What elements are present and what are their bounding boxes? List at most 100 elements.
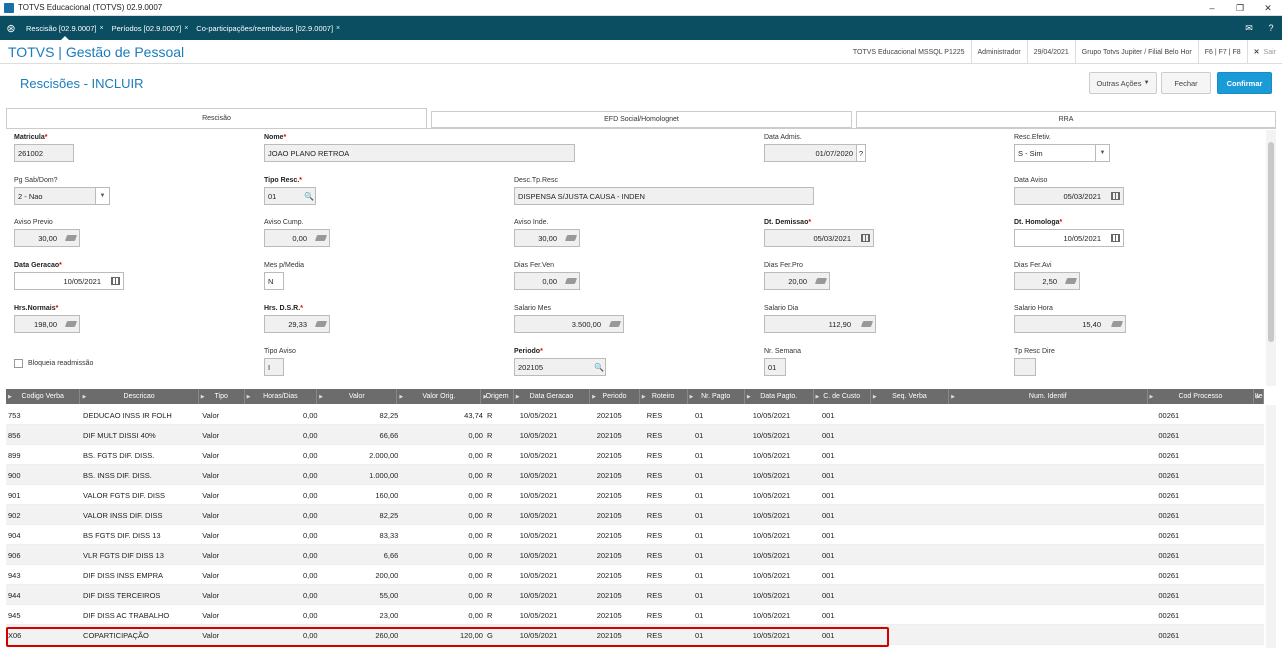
calculator-icon[interactable] — [562, 229, 580, 247]
table-cell: 01 — [694, 610, 704, 620]
table-cell: 001 — [821, 510, 835, 520]
tab-rescisao[interactable]: Rescisão [02.9.0007] × — [22, 16, 108, 40]
table-cell: 10/05/2021 — [519, 610, 558, 620]
sort-arrow-icon: ▶ — [8, 393, 12, 400]
resc-efetiv-select[interactable]: S - Sim ▼ — [1014, 144, 1110, 162]
search-icon[interactable]: 🔍 — [590, 358, 608, 376]
calculator-icon[interactable] — [858, 315, 876, 333]
column-header[interactable]: ▶ Valor — [317, 389, 398, 404]
nr-semana-input[interactable]: 01 — [764, 358, 786, 376]
calculator-icon[interactable] — [312, 229, 330, 247]
confirm-button[interactable]: Confirmar — [1217, 72, 1272, 94]
table-cell: 00261 — [1158, 570, 1180, 580]
table-cell: 0,00 — [302, 430, 318, 440]
calculator-icon[interactable] — [562, 272, 580, 290]
maximize-icon[interactable]: ❐ — [1226, 0, 1254, 16]
column-header[interactable]: ▶ Seq. Verba — [871, 389, 950, 404]
table-cell: 0,00 — [468, 490, 483, 500]
tab-efd-social[interactable]: EFD Social/Homolognet — [431, 111, 852, 128]
bloqueia-readmissao-checkbox[interactable] — [14, 359, 23, 368]
data-admis-input[interactable]: 01/07/2020 — [764, 144, 857, 162]
table-cell: RES — [646, 430, 663, 440]
column-header[interactable]: ▶ Nr. Pagto — [688, 389, 745, 404]
tab-coparticipacoes[interactable]: Co-participações/reembolsos [02.9.0007] … — [192, 16, 344, 40]
column-header[interactable]: ▶ Codigo Verba — [6, 389, 81, 404]
calendar-icon[interactable] — [106, 272, 124, 290]
column-header[interactable]: ▶ Roteiro — [640, 389, 688, 404]
tab-close-icon[interactable]: × — [184, 25, 188, 32]
table-row[interactable]: 943 DIF DISS INSS EMPRA Valor 0,00 200,00 0,0… — [6, 565, 1264, 585]
mail-icon[interactable]: ✉ — [1238, 23, 1260, 34]
table-cell: 82,25 — [379, 510, 399, 520]
help-button[interactable]: ? — [856, 144, 866, 162]
table-row[interactable]: 900 BS. INSS DIF. DISS. Valor 0,00 1.000,00 0… — [6, 465, 1264, 485]
table-cell: Valor — [202, 550, 220, 560]
column-header[interactable]: ▶ Data Geracao — [514, 389, 591, 404]
column-header[interactable]: ▶ Data Pagto. — [745, 389, 814, 404]
calculator-icon[interactable] — [62, 229, 80, 247]
calculator-icon[interactable] — [312, 315, 330, 333]
table-cell: 202105 — [596, 530, 622, 540]
exit-label: Sair — [1263, 48, 1276, 56]
minimize-icon[interactable]: – — [1198, 0, 1226, 16]
table-row[interactable]: 945 DIF DISS AC TRABALHO Valor 0,00 23,00 0,0… — [6, 605, 1264, 625]
tab-close-icon[interactable]: × — [336, 25, 340, 32]
close-button[interactable]: Fechar — [1161, 72, 1211, 94]
table-cell: 202105 — [596, 610, 622, 620]
calendar-icon[interactable] — [1106, 229, 1124, 247]
table-cell: R — [486, 470, 493, 480]
column-header[interactable]: ▶ C. de Custo — [814, 389, 871, 404]
column-header[interactable]: ▶ Valor Orig. — [397, 389, 482, 404]
table-row[interactable]: 899 BS. FGTS DIF. DISS. Valor 0,00 2.000,00 0… — [6, 445, 1264, 465]
tab-rescisao-form[interactable]: Rescisão — [6, 108, 427, 128]
window-controls: – ❐ ✕ — [1198, 0, 1282, 16]
column-header[interactable]: ▶ Horas/Dias — [245, 389, 318, 404]
exit-button[interactable]: ✕ Sair — [1246, 40, 1282, 64]
table-cell: 10/05/2021 — [519, 410, 558, 420]
table-row[interactable]: 753 DEDUCAO INSS IR FOLH Valor 0,00 82,25 43,… — [6, 405, 1264, 425]
tab-label: Co-participações/reembolsos [02.9.0007] — [196, 23, 334, 33]
sort-arrow-icon: ▶ — [483, 393, 488, 400]
calculator-icon[interactable] — [606, 315, 624, 333]
nome-input[interactable]: JOAO PLANO RETROA — [264, 144, 575, 162]
column-header[interactable]: ▶ Descricao — [80, 389, 199, 404]
home-icon[interactable]: ⊛ — [0, 16, 22, 40]
table-cell: 00261 — [1158, 590, 1180, 600]
tab-periodos[interactable]: Períodos [02.9.0007] × — [108, 16, 193, 40]
tab-close-icon[interactable]: × — [99, 25, 103, 32]
column-header[interactable]: ▶ Tipo — [199, 389, 245, 404]
table-row[interactable]: 901 VALOR FGTS DIF. DISS Valor 0,00 160,00 0,… — [6, 485, 1264, 505]
calculator-icon[interactable] — [1062, 272, 1080, 290]
more-actions-button[interactable]: Outras Ações ▼ — [1089, 72, 1157, 94]
calculator-icon[interactable] — [1108, 315, 1126, 333]
form-scrollbar[interactable] — [1266, 130, 1276, 386]
help-icon[interactable]: ? — [1260, 23, 1282, 33]
tipo-aviso-input[interactable]: I — [264, 358, 284, 376]
calendar-icon[interactable] — [856, 229, 874, 247]
search-icon[interactable]: 🔍 — [300, 187, 318, 205]
column-header[interactable]: ▶ Ite — [1254, 389, 1264, 404]
table-row[interactable]: 902 VALOR INSS DIF. DISS Valor 0,00 82,25 0,0… — [6, 505, 1264, 525]
close-icon[interactable]: ✕ — [1254, 0, 1282, 16]
calendar-icon[interactable] — [1106, 187, 1124, 205]
table-row[interactable]: 856 DIF MULT DISSI 40% Valor 0,00 66,66 0,00 R… — [6, 425, 1264, 445]
table-cell: 906 — [8, 550, 21, 560]
calculator-icon[interactable] — [62, 315, 80, 333]
matricula-input[interactable]: 261002 — [14, 144, 74, 162]
table-row[interactable]: 944 DIF DISS TERCEIROS Valor 0,00 55,00 0,00 R… — [6, 585, 1264, 605]
column-header[interactable]: ▶ Cod Processo — [1148, 389, 1255, 404]
tp-resc-dire-input[interactable] — [1014, 358, 1036, 376]
calculator-icon[interactable] — [812, 272, 830, 290]
table-row[interactable]: 904 BS FGTS DIF. DISS 13 Valor 0,00 83,33 0,0… — [6, 525, 1264, 545]
desc-tp-resc-input[interactable]: DISPENSA S/JUSTA CAUSA - INDEN — [514, 187, 814, 205]
mes-p-media-input[interactable]: N — [264, 272, 284, 290]
table-cell: RES — [646, 550, 663, 560]
table-row[interactable]: 906 VLR FGTS DIF DISS 13 Valor 0,00 6,66 0,00… — [6, 545, 1264, 565]
column-header[interactable]: ▶ Num. Identif — [949, 389, 1148, 404]
company-label[interactable]: Grupo Totvs Jupiter / Filial Belo Hor — [1074, 40, 1198, 64]
column-header[interactable]: ▶ Periodo — [590, 389, 640, 404]
column-header[interactable]: ▶ Origem — [481, 389, 514, 404]
pg-sab-dom-select[interactable]: 2 - Nao ▼ — [14, 187, 110, 205]
grid-scrollbar[interactable] — [1266, 405, 1276, 648]
tab-rra[interactable]: RRA — [856, 111, 1276, 128]
